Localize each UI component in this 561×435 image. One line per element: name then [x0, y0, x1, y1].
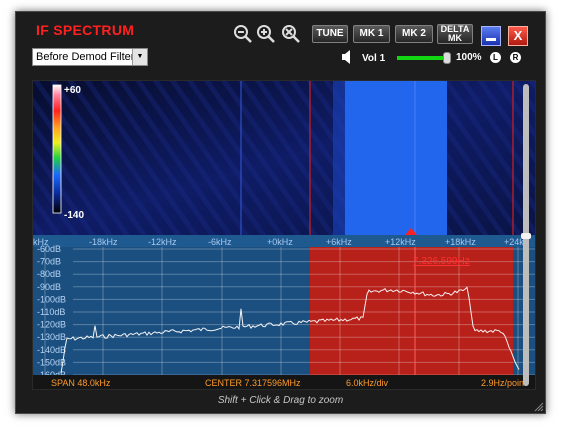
if-spectrum-window: IF SPECTRUM Before Demod Filter ▼ TUNE M…	[15, 11, 546, 414]
db-tick-label: -60dB	[37, 244, 61, 254]
db-tick-label: -130dB	[37, 332, 66, 342]
db-tick-label: -100dB	[37, 294, 66, 304]
waterfall-max-label: +60	[64, 85, 81, 96]
window-title: IF SPECTRUM	[36, 22, 135, 38]
db-tick-label: -70dB	[37, 257, 61, 267]
volume-slider-handle[interactable]	[443, 52, 451, 64]
marker-2-button[interactable]: MK 2	[395, 25, 433, 43]
waterfall-signal-band	[345, 81, 447, 235]
waterfall-min-label: -140	[64, 210, 84, 221]
freq-tick-label: +12kHz	[385, 237, 416, 247]
db-tick-label: -80dB	[37, 269, 61, 279]
db-tick-label: -120dB	[37, 320, 66, 330]
marker-frequency-readout: 7.326.599Hz	[413, 256, 470, 267]
volume-slider[interactable]	[397, 56, 447, 60]
zoom-hint: Shift + Click & Drag to zoom	[217, 395, 344, 406]
resize-grip-icon[interactable]	[532, 400, 544, 412]
marker-1-button[interactable]: MK 1	[353, 25, 390, 43]
chevron-down-icon[interactable]: ▼	[132, 49, 147, 65]
resolution-readout: 2.9Hz/point	[481, 378, 527, 388]
volume-percent: 100%	[456, 52, 482, 63]
freq-tick-label: -18kHz	[89, 237, 118, 247]
filter-position-select[interactable]: Before Demod Filter ▼	[32, 48, 148, 66]
freq-tick-label: -12kHz	[148, 237, 177, 247]
close-button[interactable]: X	[508, 26, 528, 46]
center-frequency-readout: CENTER 7.317596MHz	[205, 378, 301, 388]
zoom-scrollbar[interactable]	[521, 84, 531, 386]
delta-mk-label: MK	[448, 33, 462, 43]
spectrum-canvas[interactable]: +60 -140 kHz -18kHz -12kHz -6kHz +0kHz +6kHz +…	[33, 81, 535, 389]
delta-marker-button[interactable]: DELTA MK	[437, 24, 473, 44]
freq-tick-label: +18kHz	[445, 237, 476, 247]
freq-tick-label: +0kHz	[267, 237, 293, 247]
zoom-in-icon[interactable]	[256, 24, 276, 44]
spectrum-plot[interactable]: kHz -18kHz -12kHz -6kHz +0kHz +6kHz +12kHz +18k…	[33, 235, 535, 380]
zoom-reset-icon[interactable]	[281, 24, 301, 44]
freq-tick-label: -6kHz	[208, 237, 232, 247]
db-tick-label: -150dB	[37, 357, 66, 367]
color-scale-bar	[52, 84, 62, 214]
right-channel-toggle[interactable]: R	[510, 52, 521, 63]
spectrum-display[interactable]: +60 -140 kHz -18kHz -12kHz -6kHz +0kHz +6kHz +…	[32, 80, 536, 390]
minimize-button[interactable]	[481, 26, 501, 46]
span-readout: SPAN 48.0kHz	[51, 378, 111, 388]
freq-tick-label: +6kHz	[326, 237, 352, 247]
scrollbar-thumb[interactable]	[521, 233, 531, 239]
waterfall[interactable]	[33, 81, 535, 235]
db-tick-label: -140dB	[37, 345, 66, 355]
volume-label: Vol 1	[362, 53, 386, 64]
tune-button[interactable]: TUNE	[312, 25, 348, 43]
db-tick-label: -90dB	[37, 282, 61, 292]
left-channel-toggle[interactable]: L	[490, 52, 501, 63]
minimize-icon	[486, 38, 496, 41]
division-readout: 6.0kHz/div	[346, 378, 389, 388]
speaker-icon[interactable]	[341, 50, 353, 69]
zoom-out-icon[interactable]	[233, 24, 253, 44]
filter-select-value: Before Demod Filter	[36, 51, 135, 63]
db-tick-label: -110dB	[37, 307, 65, 317]
